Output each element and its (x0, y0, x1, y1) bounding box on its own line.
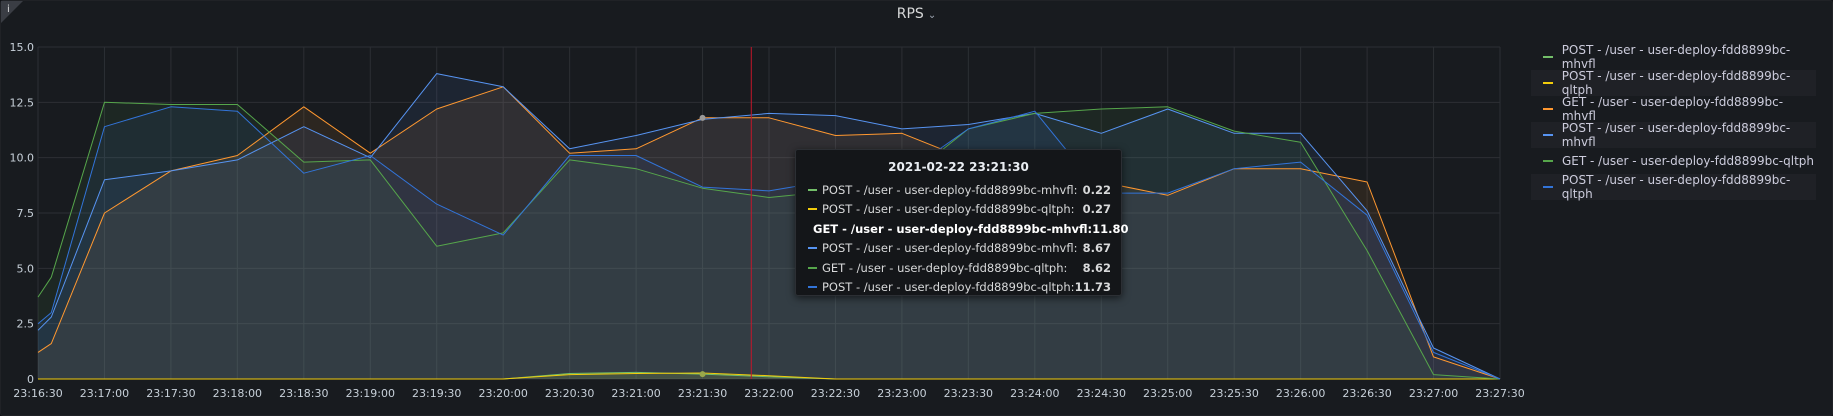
legend-label: GET - /user - user-deploy-fdd8899bc-mhvf… (1561, 95, 1784, 123)
tooltip-label: GET - /user - user-deploy-fdd8899bc-mhvf… (813, 221, 1093, 236)
tooltip-label: POST - /user - user-deploy-fdd8899bc-mhv… (822, 241, 1078, 256)
tooltip-row: POST - /user - user-deploy-fdd8899bc-mhv… (796, 239, 1121, 259)
series-areas (38, 73, 1500, 380)
tooltip-label: POST - /user - user-deploy-fdd8899bc-mhv… (822, 182, 1078, 197)
legend-item[interactable]: GET - /user - user-deploy-fdd8899bc-qltp… (1531, 148, 1816, 174)
tooltip-label: POST - /user - user-deploy-fdd8899bc-qlt… (822, 280, 1075, 295)
y-axis: 0 2.5 5.0 7.5 10.0 12.5 15.0 (10, 41, 35, 386)
tooltip-swatch (808, 247, 817, 250)
x-tick-label: 23:25:30 (1209, 387, 1258, 400)
legend-swatch (1543, 160, 1553, 162)
legend-label: GET - /user - user-deploy-fdd8899bc-qltp… (1562, 154, 1815, 168)
tooltip-swatch (808, 188, 817, 191)
x-tick-label: 23:16:30 (13, 387, 62, 400)
legend-swatch (1543, 82, 1553, 84)
tooltip-value: 0.22 (1082, 182, 1111, 197)
x-tick-label: 23:24:30 (1077, 387, 1126, 400)
tooltip-value: 8.67 (1082, 241, 1111, 256)
y-tick-label: 15.0 (10, 41, 35, 54)
y-tick-label: 10.0 (10, 152, 35, 165)
tooltip-label: POST - /user - user-deploy-fdd8899bc-qlt… (822, 202, 1075, 217)
x-tick-label: 23:23:00 (877, 387, 926, 400)
x-tick-label: 23:18:30 (279, 387, 328, 400)
legend-item[interactable]: POST - /user - user-deploy-fdd8899bc-mhv… (1531, 43, 1816, 71)
x-tick-label: 23:19:30 (412, 387, 461, 400)
tooltip-row: GET - /user - user-deploy-fdd8899bc-mhvf… (796, 219, 1129, 239)
x-tick-label: 23:19:00 (346, 387, 395, 400)
tooltip-label: GET - /user - user-deploy-fdd8899bc-qltp… (822, 260, 1068, 275)
x-tick-label: 23:27:00 (1409, 387, 1458, 400)
x-tick-label: 23:23:30 (944, 387, 993, 400)
y-tick-label: 7.5 (17, 207, 35, 220)
x-tick-label: 23:17:00 (80, 387, 129, 400)
legend-item[interactable]: GET - /user - user-deploy-fdd8899bc-mhvf… (1531, 95, 1816, 123)
x-tick-label: 23:17:30 (146, 387, 195, 400)
legend-label: POST - /user - user-deploy-fdd8899bc-qlt… (1561, 69, 1791, 97)
x-tick-label: 23:25:00 (1143, 387, 1192, 400)
x-tick-label: 23:27:30 (1475, 387, 1524, 400)
legend-swatch (1543, 108, 1553, 110)
x-tick-label: 23:26:00 (1276, 387, 1325, 400)
tooltip-swatch (808, 286, 817, 289)
legend-label: POST - /user - user-deploy-fdd8899bc-mhv… (1561, 43, 1791, 71)
tooltip-value: 11.80 (1092, 221, 1129, 236)
x-tick-label: 23:22:00 (744, 387, 793, 400)
x-axis: 23:16:30 23:17:00 23:17:30 23:18:00 23:18:30… (13, 387, 1524, 400)
tooltip-swatch (808, 208, 817, 211)
tooltip-row: POST - /user - user-deploy-fdd8899bc-qlt… (796, 278, 1121, 298)
tooltip-value: 0.27 (1082, 202, 1111, 217)
tooltip-value: 11.73 (1074, 280, 1111, 295)
tooltip-value: 8.62 (1082, 260, 1111, 275)
y-tick-label: 12.5 (10, 96, 35, 109)
x-tick-label: 23:20:00 (478, 387, 527, 400)
hover-marker (699, 371, 706, 378)
x-tick-label: 23:22:30 (811, 387, 860, 400)
tooltip-time: 2021-02-22 23:21:30 (888, 160, 1029, 174)
legend-label: POST - /user - user-deploy-fdd8899bc-mhv… (1561, 121, 1791, 149)
tooltip-row: GET - /user - user-deploy-fdd8899bc-qltp… (796, 258, 1121, 278)
y-tick-label: 5.0 (17, 262, 35, 275)
legend-item[interactable]: POST - /user - user-deploy-fdd8899bc-qlt… (1531, 173, 1816, 201)
tooltip-row: POST - /user - user-deploy-fdd8899bc-qlt… (796, 200, 1121, 220)
legend-item[interactable]: POST - /user - user-deploy-fdd8899bc-mhv… (1531, 121, 1816, 149)
y-tick-label: 0 (27, 373, 34, 386)
tooltip-row: POST - /user - user-deploy-fdd8899bc-mhv… (796, 180, 1121, 200)
legend-item[interactable]: POST - /user - user-deploy-fdd8899bc-qlt… (1531, 69, 1816, 97)
x-tick-label: 23:21:00 (611, 387, 660, 400)
x-tick-label: 23:20:30 (545, 387, 594, 400)
hover-tooltip: 2021-02-22 23:21:30 POST - /user - user-… (795, 149, 1129, 298)
y-tick-label: 2.5 (17, 318, 35, 331)
x-tick-label: 23:18:00 (213, 387, 262, 400)
chart-legend: POST - /user - user-deploy-fdd8899bc-mhv… (1531, 43, 1816, 201)
legend-label: POST - /user - user-deploy-fdd8899bc-qlt… (1561, 173, 1791, 201)
legend-swatch (1543, 56, 1553, 58)
hover-marker (699, 114, 706, 121)
tooltip-swatch (808, 266, 817, 269)
legend-swatch (1543, 134, 1553, 136)
legend-swatch (1543, 186, 1553, 188)
x-tick-label: 23:21:30 (678, 387, 727, 400)
x-tick-label: 23:26:30 (1342, 387, 1391, 400)
x-tick-label: 23:24:00 (1010, 387, 1059, 400)
